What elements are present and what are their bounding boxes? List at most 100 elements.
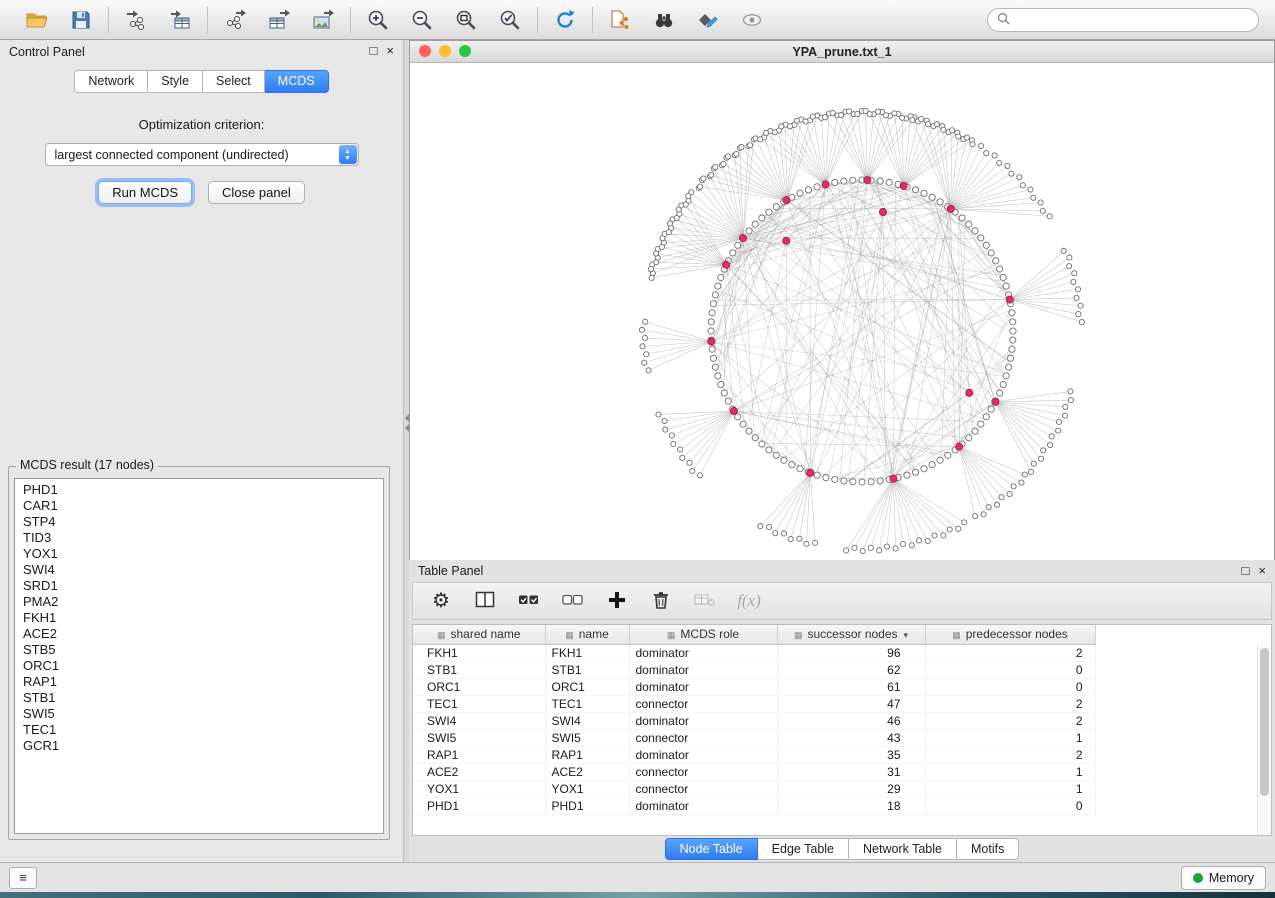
mcds-result-item[interactable]: ORC1 xyxy=(15,658,383,674)
graph-node[interactable] xyxy=(1000,381,1006,387)
minimize-window-icon[interactable] xyxy=(439,45,451,57)
criterion-dropdown[interactable]: largest connected component (undirected)… xyxy=(45,143,359,166)
graph-hub-node[interactable] xyxy=(723,261,730,268)
graph-node[interactable] xyxy=(886,179,892,185)
add-row-button[interactable] xyxy=(605,589,629,613)
table-row[interactable]: FKH1FKH1dominator962 xyxy=(413,644,1095,661)
graph-node[interactable] xyxy=(766,524,771,529)
graph-node[interactable] xyxy=(797,190,803,196)
graph-node[interactable] xyxy=(830,110,835,115)
document-share-button[interactable] xyxy=(603,5,637,35)
graph-node[interactable] xyxy=(746,428,752,434)
graph-node[interactable] xyxy=(764,130,769,135)
graph-node[interactable] xyxy=(766,209,772,215)
graph-node[interactable] xyxy=(1003,283,1009,289)
graph-node[interactable] xyxy=(912,187,918,193)
graph-node[interactable] xyxy=(804,541,809,546)
network-canvas[interactable] xyxy=(410,63,1274,560)
graph-node[interactable] xyxy=(839,112,844,117)
graph-hub-node[interactable] xyxy=(783,197,790,204)
graph-node[interactable] xyxy=(986,505,991,510)
graph-node[interactable] xyxy=(832,476,838,482)
graph-node[interactable] xyxy=(1068,398,1073,403)
graph-node[interactable] xyxy=(970,142,975,147)
graph-node[interactable] xyxy=(718,274,724,280)
graph-node[interactable] xyxy=(993,258,999,264)
tab-mcds[interactable]: MCDS xyxy=(265,70,329,93)
graph-node[interactable] xyxy=(680,455,685,460)
graph-node[interactable] xyxy=(814,184,820,190)
graph-node[interactable] xyxy=(1017,175,1022,180)
graph-node[interactable] xyxy=(752,221,758,227)
graph-node[interactable] xyxy=(758,523,763,528)
graph-node[interactable] xyxy=(662,418,667,423)
graph-node[interactable] xyxy=(841,178,847,184)
graph-node[interactable] xyxy=(1074,295,1079,300)
graph-node[interactable] xyxy=(643,335,648,340)
graph-node[interactable] xyxy=(893,546,898,551)
column-header-name[interactable]: ▦name xyxy=(545,625,629,644)
graph-node[interactable] xyxy=(844,548,849,553)
graph-node[interactable] xyxy=(669,433,674,438)
graph-node[interactable] xyxy=(1000,274,1006,280)
mcds-result-item[interactable]: RAP1 xyxy=(15,674,383,690)
table-row[interactable]: SWI5SWI5connector431 xyxy=(413,729,1095,746)
graph-hub-node[interactable] xyxy=(900,182,907,189)
graph-node[interactable] xyxy=(1005,163,1010,168)
graph-node[interactable] xyxy=(1038,456,1043,461)
graph-hub-node[interactable] xyxy=(708,338,715,345)
export-image-button[interactable] xyxy=(306,5,340,35)
select-all-button[interactable] xyxy=(517,589,541,613)
tab-network-table[interactable]: Network Table xyxy=(849,838,957,860)
graph-node[interactable] xyxy=(660,236,665,241)
graph-node[interactable] xyxy=(715,283,721,289)
graph-node[interactable] xyxy=(916,538,921,543)
close-panel-icon[interactable]: × xyxy=(386,44,394,58)
float-panel-icon[interactable]: □ xyxy=(1242,564,1250,578)
graph-node[interactable] xyxy=(1062,413,1067,418)
graph-node[interactable] xyxy=(1028,187,1033,192)
graph-node[interactable] xyxy=(932,533,937,538)
table-row[interactable]: RAP1RAP1dominator352 xyxy=(413,746,1095,763)
graph-node[interactable] xyxy=(1079,319,1084,324)
graph-node[interactable] xyxy=(964,135,969,140)
graph-node[interactable] xyxy=(674,215,679,220)
graph-node[interactable] xyxy=(759,441,765,447)
table-row[interactable]: YOX1YOX1connector291 xyxy=(413,780,1095,797)
graph-node[interactable] xyxy=(966,221,972,227)
graph-node[interactable] xyxy=(925,122,930,127)
tab-motifs[interactable]: Motifs xyxy=(957,838,1019,860)
graph-node[interactable] xyxy=(1009,346,1015,352)
mcds-result-item[interactable]: SRD1 xyxy=(15,578,383,594)
graph-node[interactable] xyxy=(1056,428,1061,433)
graph-node[interactable] xyxy=(1022,472,1027,477)
graph-node[interactable] xyxy=(1076,311,1081,316)
graph-hub-node[interactable] xyxy=(807,469,814,476)
graph-node[interactable] xyxy=(956,134,961,139)
graph-node[interactable] xyxy=(713,164,718,169)
column-header-successor-nodes[interactable]: ▦successor nodes▾ xyxy=(777,625,925,644)
graph-node[interactable] xyxy=(766,447,772,453)
graph-node[interactable] xyxy=(859,479,865,485)
memory-button[interactable]: Memory xyxy=(1181,866,1266,890)
graph-node[interactable] xyxy=(929,194,935,200)
export-network-button[interactable] xyxy=(218,5,252,35)
table-row[interactable]: PHD1PHD1dominator180 xyxy=(413,797,1095,814)
graph-node[interactable] xyxy=(1031,461,1036,466)
graph-node[interactable] xyxy=(797,536,802,541)
graph-node[interactable] xyxy=(1006,364,1012,370)
dropdown-stepper-icon[interactable]: ▲▼ xyxy=(339,145,357,164)
table-settings-button[interactable]: ⚙ xyxy=(429,589,453,613)
table-row[interactable]: ACE2ACE2connector311 xyxy=(413,763,1095,780)
close-panel-icon[interactable]: × xyxy=(1258,564,1266,578)
graph-node[interactable] xyxy=(1049,434,1054,439)
graph-node[interactable] xyxy=(656,412,661,417)
graph-node[interactable] xyxy=(904,472,910,478)
graph-node[interactable] xyxy=(649,275,654,280)
delete-row-button[interactable] xyxy=(649,589,673,613)
graph-node[interactable] xyxy=(1009,310,1015,316)
graph-hub-node[interactable] xyxy=(879,208,886,215)
graph-node[interactable] xyxy=(759,215,765,221)
graph-node[interactable] xyxy=(1063,404,1068,409)
graph-hub-node[interactable] xyxy=(1006,296,1013,303)
